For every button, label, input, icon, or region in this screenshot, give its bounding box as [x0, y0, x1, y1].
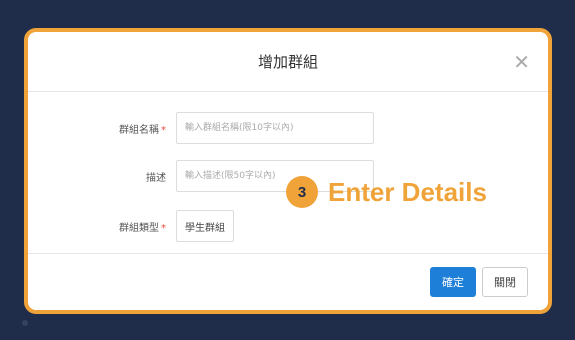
description-label: 描述: [146, 172, 166, 184]
background-dot: [22, 320, 28, 326]
add-group-dialog: 增加群組 ✕ 群組名稱* 描述 群組類型* 學生群組 確定 關閉: [24, 28, 552, 314]
dialog-header: 增加群組 ✕: [28, 32, 548, 92]
step-callout: 3 Enter Details: [286, 176, 487, 208]
dialog-title: 增加群組: [257, 53, 318, 71]
group-type-label: 群組類型 *: [119, 222, 166, 234]
group-name-input[interactable]: [176, 112, 374, 144]
close-button[interactable]: 關閉: [482, 267, 528, 297]
group-name-label: 群組名稱 *: [119, 124, 166, 136]
close-icon[interactable]: ✕: [513, 52, 530, 72]
group-type-row: 群組類型 * 學生群組: [28, 210, 234, 242]
required-mark: *: [161, 222, 166, 234]
dialog-footer: 確定 關閉: [28, 253, 548, 310]
group-name-row: 群組名稱 *: [28, 112, 374, 144]
step-number-badge: 3: [286, 176, 318, 208]
group-type-select[interactable]: 學生群組: [176, 210, 234, 242]
required-mark: *: [161, 124, 166, 136]
confirm-button[interactable]: 確定: [430, 267, 476, 297]
callout-text: Enter Details: [328, 176, 487, 207]
dialog-body: 群組名稱* 描述 群組類型* 學生群組: [28, 92, 548, 257]
